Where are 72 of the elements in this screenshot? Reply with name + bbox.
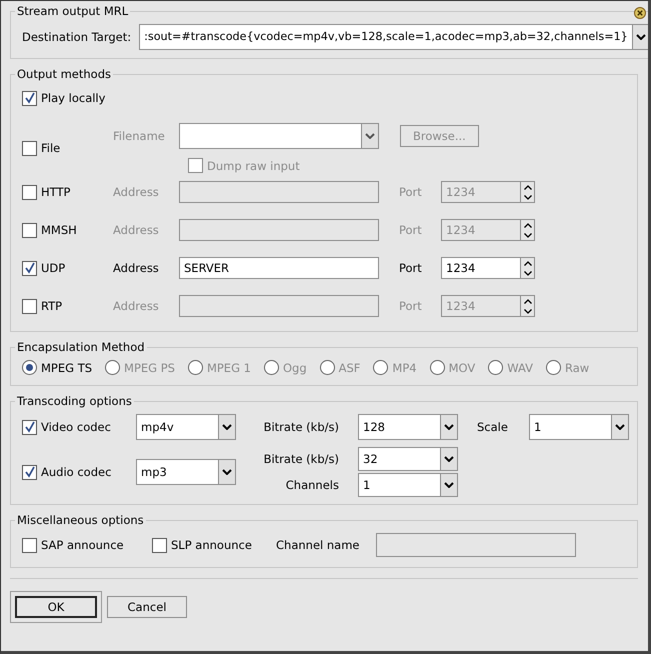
group-title: Stream output MRL xyxy=(16,4,130,18)
ok-button[interactable]: OK xyxy=(15,596,97,618)
radio-label: MP4 xyxy=(392,360,417,374)
checkbox-label: Play locally xyxy=(41,91,106,105)
checkbox-label: File xyxy=(41,141,60,155)
checkbox[interactable] xyxy=(22,538,37,552)
radio-label: MPEG 1 xyxy=(206,360,251,374)
field-label: Address xyxy=(113,261,160,275)
checkbox-label: Audio codec xyxy=(41,465,112,479)
group-title: Output methods xyxy=(16,67,112,81)
scale-combo[interactable]: 1 xyxy=(529,414,629,440)
field-label: Destination Target: xyxy=(22,30,132,44)
caret-icon xyxy=(222,469,232,475)
channels-combo[interactable]: 1 xyxy=(358,473,458,497)
checkbox[interactable] xyxy=(22,464,37,480)
checkbox-label: Video codec xyxy=(41,420,111,434)
checkbox[interactable] xyxy=(22,222,37,238)
port-spinbox[interactable]: 1234 xyxy=(441,257,535,279)
radio-label: MPEG PS xyxy=(124,360,175,374)
caret-icon xyxy=(444,424,454,430)
checkbox[interactable] xyxy=(22,90,37,106)
codec-combo[interactable]: mp4v xyxy=(136,414,236,440)
checkbox-label: HTTP xyxy=(41,185,70,199)
caret-icon xyxy=(615,424,625,430)
checkbox[interactable] xyxy=(22,140,37,156)
checkbox-label: SLP announce xyxy=(171,538,252,552)
field-label: Port xyxy=(399,299,423,313)
checkbox[interactable] xyxy=(22,260,37,276)
field-label: Scale xyxy=(477,420,509,434)
checkbox-label: MMSH xyxy=(41,223,77,237)
codec-combo[interactable]: mp3 xyxy=(136,459,236,485)
checkbox[interactable] xyxy=(22,184,37,200)
caret-icon xyxy=(365,133,375,139)
caret-icon xyxy=(222,424,232,430)
field-label: Address xyxy=(113,223,160,237)
field-label: Address xyxy=(113,185,160,199)
checkbox-label: UDP xyxy=(41,261,66,275)
group-title: Encapsulation Method xyxy=(16,340,146,354)
caret-icon xyxy=(444,482,454,488)
checkbox-label: SAP announce xyxy=(41,538,124,552)
field-label: Filename xyxy=(113,129,166,143)
destination-combo[interactable]: :sout=#transcode{vcodec=mp4v,vb=128,scale=1,acodec=mp3,ab=32,channels=1} xyxy=(139,24,648,50)
field-label: Address xyxy=(113,299,160,313)
radio-label: Raw xyxy=(565,360,590,374)
checkbox-label: RTP xyxy=(41,299,62,313)
caret-icon xyxy=(636,34,646,40)
field-label: Channels xyxy=(284,478,340,492)
field-label: Bitrate (kb/s) xyxy=(262,452,340,466)
bitrate-combo[interactable]: 32 xyxy=(358,447,458,471)
field-label: Port xyxy=(399,223,423,237)
radio-label: MPEG TS xyxy=(41,360,92,374)
cancel-button[interactable]: Cancel xyxy=(107,596,187,618)
checkbox-label: Dump raw input xyxy=(207,158,300,172)
radio-label: ASF xyxy=(338,360,360,374)
checkbox[interactable] xyxy=(22,298,37,314)
field-label: Channel name xyxy=(276,538,360,552)
radio-label: MOV xyxy=(448,360,476,374)
radio-button[interactable] xyxy=(22,360,37,375)
close-icon[interactable] xyxy=(634,7,646,19)
checkbox[interactable] xyxy=(22,420,37,434)
group-title: Miscellaneous options xyxy=(16,513,145,527)
checkbox[interactable] xyxy=(152,538,167,552)
caret-icon xyxy=(444,456,454,462)
bitrate-combo[interactable]: 128 xyxy=(358,414,458,440)
field-label: Bitrate (kb/s) xyxy=(262,420,340,434)
radio-label: Ogg xyxy=(282,360,307,374)
field-label: Port xyxy=(399,261,423,275)
address-field[interactable]: SERVER xyxy=(179,257,379,279)
group-title: Transcoding options xyxy=(16,394,133,408)
field-label: Port xyxy=(399,185,423,199)
checkbox[interactable] xyxy=(188,158,203,173)
radio-label: WAV xyxy=(507,360,533,374)
